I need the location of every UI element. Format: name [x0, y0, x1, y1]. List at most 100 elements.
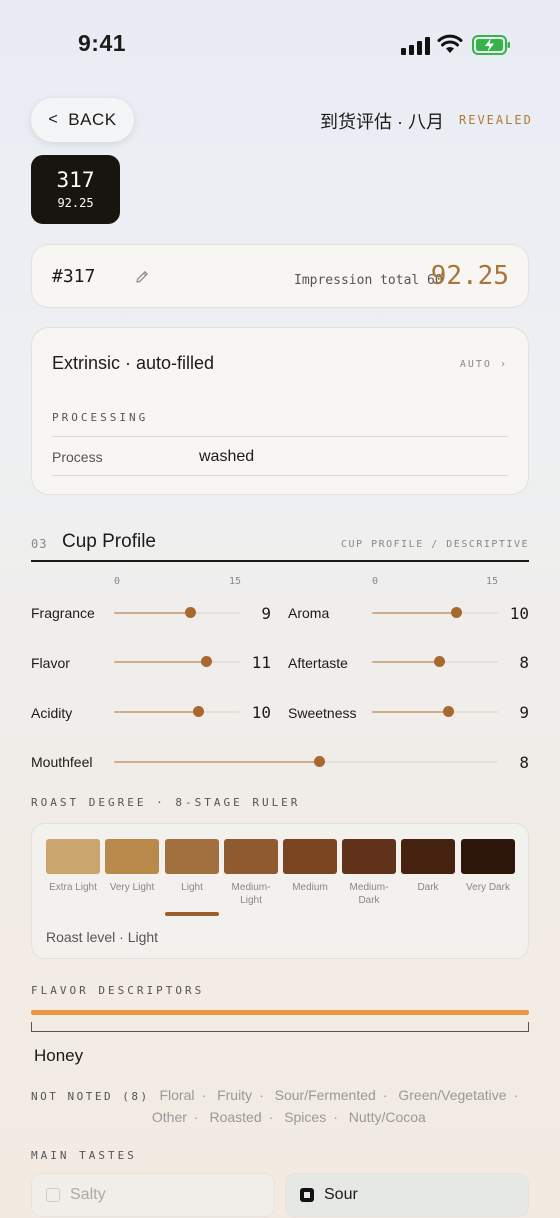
- processing-heading: PROCESSING: [52, 411, 149, 424]
- flavor-option[interactable]: Other: [152, 1109, 187, 1125]
- attr-slider[interactable]: [372, 706, 498, 717]
- roast-swatch[interactable]: [224, 839, 278, 874]
- impression-total: Impression total 60: [294, 273, 443, 288]
- chevron-left-icon: <: [48, 111, 59, 128]
- section-subtitle: CUP PROFILE / DESCRIPTIVE: [340, 539, 529, 550]
- attr-label: Fragrance: [31, 605, 95, 621]
- flavor-option[interactable]: Floral: [159, 1087, 194, 1103]
- slider-fill: [114, 661, 207, 663]
- slider-thumb[interactable]: [184, 607, 196, 618]
- main-tastes-heading: MAIN TASTES: [31, 1149, 137, 1162]
- flavor-option[interactable]: Sour/Fermented: [275, 1087, 376, 1103]
- battery-charging-icon: [472, 35, 510, 55]
- section-rule: [31, 560, 529, 562]
- badge-number: 317: [56, 168, 95, 192]
- sample-id: #317: [52, 266, 96, 287]
- attr-slider[interactable]: [114, 756, 498, 767]
- slider-thumb[interactable]: [193, 706, 204, 717]
- flavor-option[interactable]: Fruity: [217, 1087, 252, 1103]
- slider-thumb[interactable]: [451, 607, 462, 618]
- roast-swatch[interactable]: [165, 839, 219, 874]
- not-noted-list: NOT NOTED (8) Floral · Fruity · Sour/Ferme…: [31, 1087, 519, 1125]
- attr-label: Mouthfeel: [31, 754, 93, 770]
- roast-ruler: Extra Light Very Light Light Medium-Ligh…: [31, 823, 529, 959]
- roast-swatch[interactable]: [342, 839, 396, 874]
- summary-card: #317 Impression total 60 92.25: [31, 244, 529, 308]
- taste-label: Sour: [324, 1186, 358, 1203]
- attr-label: Aftertaste: [288, 655, 348, 671]
- attr-slider[interactable]: [114, 706, 240, 717]
- edit-pencil-icon[interactable]: [134, 269, 150, 285]
- attr-value: 10: [509, 604, 529, 623]
- flavor-axis: [31, 1022, 529, 1032]
- scale-min-left: 0: [114, 576, 121, 587]
- section-title: Cup Profile: [62, 531, 156, 552]
- process-label: Process: [52, 449, 103, 465]
- slider-fill: [114, 711, 198, 713]
- attr-value: 9: [519, 703, 529, 722]
- page-title: 到货评估 · 八月: [320, 112, 444, 132]
- flavor-option[interactable]: Green/Vegetative: [398, 1087, 506, 1103]
- status-time: 9:41: [78, 30, 127, 56]
- wifi-icon: [437, 34, 463, 53]
- taste-option-sour[interactable]: Sour: [285, 1173, 529, 1217]
- slider-thumb[interactable]: [442, 706, 454, 717]
- checkbox-icon: [46, 1188, 60, 1202]
- back-button[interactable]: < BACK: [31, 98, 134, 142]
- attr-value: 9: [261, 604, 271, 623]
- badge-score: 92.25: [57, 196, 94, 210]
- slider-thumb[interactable]: [434, 656, 446, 667]
- attr-slider[interactable]: [114, 607, 240, 618]
- roast-swatch[interactable]: [283, 839, 337, 874]
- total-score: 92.25: [430, 261, 509, 291]
- auto-link[interactable]: AUTO ›: [460, 359, 508, 370]
- roast-swatch[interactable]: [105, 839, 159, 874]
- attr-label: Flavor: [31, 655, 70, 671]
- flavor-heading: FLAVOR DESCRIPTORS: [31, 984, 205, 997]
- extrinsic-title: Extrinsic · auto-filled: [52, 353, 215, 373]
- flavor-option[interactable]: Nutty/Cocoa: [349, 1109, 426, 1125]
- flavor-bar: [31, 1010, 529, 1015]
- divider: [52, 436, 508, 437]
- process-value[interactable]: washed: [199, 448, 254, 466]
- roast-selected-indicator: [165, 912, 219, 916]
- extrinsic-card: Extrinsic · auto-filled AUTO › PROCESSIN…: [31, 327, 529, 495]
- flavor-option[interactable]: Roasted: [209, 1109, 261, 1125]
- roast-heading: ROAST DEGREE · 8-STAGE RULER: [31, 796, 301, 809]
- taste-option-salty[interactable]: Salty: [31, 1173, 275, 1217]
- taste-label: Salty: [70, 1186, 106, 1203]
- flavor-option[interactable]: Spices: [284, 1109, 326, 1125]
- flavor-selected[interactable]: Honey: [34, 1046, 83, 1066]
- slider-fill: [372, 661, 440, 663]
- scale-max-left: 15: [229, 576, 242, 587]
- not-noted-label: NOT NOTED (8): [31, 1090, 150, 1103]
- attr-slider[interactable]: [114, 656, 240, 667]
- sample-badge: 317 92.25: [31, 155, 120, 224]
- cellular-signal-icon: [401, 37, 431, 55]
- attr-label: Acidity: [31, 705, 73, 721]
- slider-fill: [372, 711, 448, 713]
- divider: [52, 475, 508, 476]
- attr-slider[interactable]: [372, 656, 498, 667]
- revealed-status: REVEALED: [459, 113, 533, 127]
- slider-fill: [372, 612, 456, 614]
- attr-value: 10: [251, 703, 271, 722]
- attr-label: Sweetness: [288, 705, 357, 721]
- attr-value: 8: [519, 753, 529, 772]
- slider-thumb[interactable]: [313, 756, 325, 767]
- roast-swatch[interactable]: [401, 839, 455, 874]
- attr-value: 11: [251, 653, 271, 672]
- roast-swatch[interactable]: [46, 839, 100, 874]
- slider-thumb[interactable]: [201, 656, 213, 667]
- roast-level-text: Roast level · Light: [46, 929, 159, 945]
- section-number: 03: [31, 537, 48, 551]
- scale-min-right: 0: [372, 576, 379, 587]
- status-bar: 9:41: [0, 0, 560, 90]
- slider-fill: [114, 761, 319, 763]
- roast-label: Very Dark: [466, 882, 510, 893]
- attr-slider[interactable]: [372, 607, 498, 618]
- attr-value: 8: [519, 653, 529, 672]
- attr-label: Aroma: [288, 605, 330, 621]
- roast-swatch[interactable]: [461, 839, 515, 874]
- scale-max-right: 15: [486, 576, 499, 587]
